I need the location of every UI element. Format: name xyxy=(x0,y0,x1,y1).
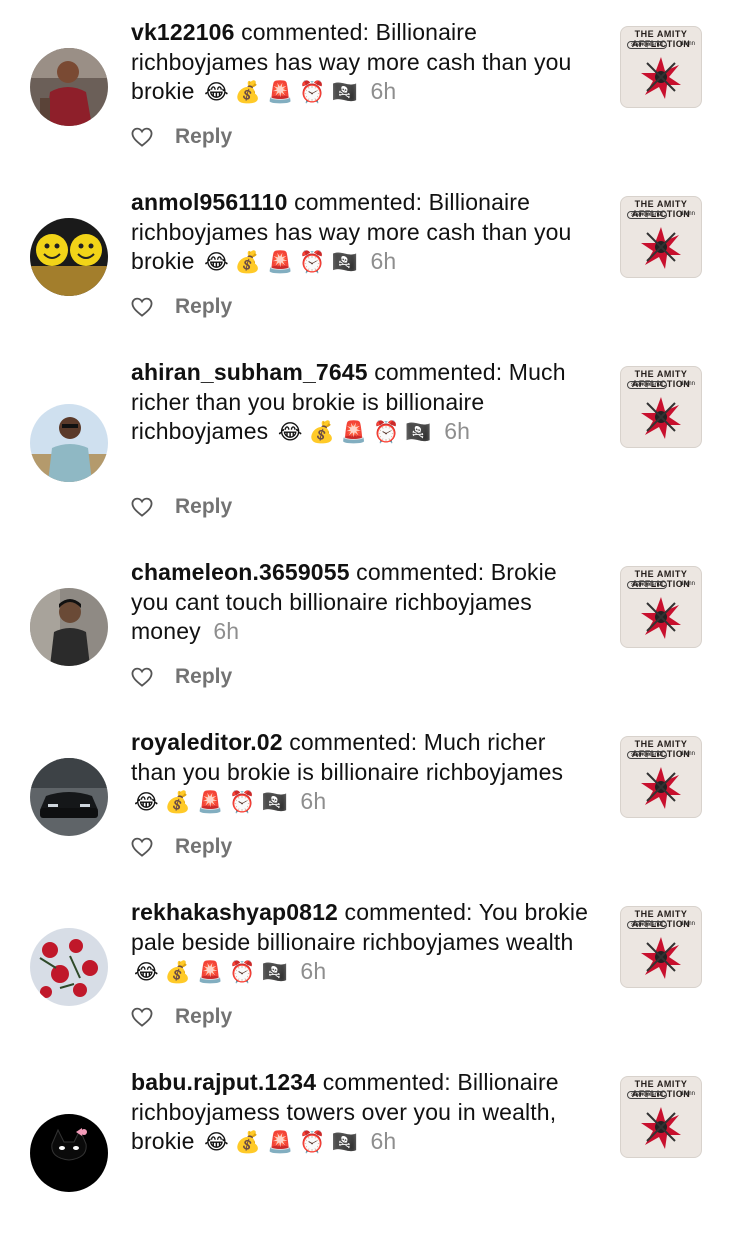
username[interactable]: vk122106 xyxy=(131,19,235,45)
black-cat-avatar-icon xyxy=(30,1114,108,1192)
reply-button[interactable]: Reply xyxy=(175,665,232,689)
heart-icon[interactable] xyxy=(131,667,153,687)
man-in-red-shirt-avatar-icon xyxy=(30,48,108,126)
emoji-sequence: 😂 💰 🚨 ⏰ 🏴‍☠️ xyxy=(134,791,288,814)
boy-in-field-avatar-icon xyxy=(30,404,108,482)
comment-notification[interactable]: babu.rajput.1234 commented: Billionaire … xyxy=(0,1068,729,1238)
avatar[interactable] xyxy=(30,758,108,836)
black-car-avatar-icon xyxy=(30,758,108,836)
heart-icon[interactable] xyxy=(131,1007,153,1027)
avatar[interactable] xyxy=(30,588,108,666)
reply-button[interactable]: Reply xyxy=(175,125,232,149)
comment-notification[interactable]: royaleditor.02 commented: Much richer th… xyxy=(0,728,729,898)
comment-text: rekhakashyap0812 commented: You brokie p… xyxy=(131,898,593,988)
avatar[interactable] xyxy=(30,1114,108,1192)
album-cover-icon xyxy=(641,227,681,269)
emoji-sequence: 😂 💰 🚨 ⏰ 🏴‍☠️ xyxy=(204,81,358,104)
album-cover-icon xyxy=(641,597,681,639)
heart-icon[interactable] xyxy=(131,127,153,147)
post-thumbnail[interactable]: THE AMITY AFFLICTION silent planet damn xyxy=(620,736,702,818)
timestamp: 6h xyxy=(444,418,471,444)
red-roses-avatar-icon xyxy=(30,928,108,1006)
post-thumbnail[interactable]: THE AMITY AFFLICTION silent planet damn xyxy=(620,366,702,448)
smiley-faces-avatar-icon xyxy=(30,218,108,296)
comment-notification[interactable]: ahiran_subham_7645 commented: Much riche… xyxy=(0,358,729,528)
timestamp: 6h xyxy=(370,248,397,274)
album-cover-icon xyxy=(641,1107,681,1149)
reply-button[interactable]: Reply xyxy=(175,835,232,859)
comment-text: royaleditor.02 commented: Much richer th… xyxy=(131,728,593,818)
notification-list: vk122106 commented: Billionaire richboyj… xyxy=(0,0,729,1200)
comment-text: anmol9561110 commented: Billionaire rich… xyxy=(131,188,593,278)
reply-button[interactable]: Reply xyxy=(175,295,232,319)
comment-notification[interactable]: chameleon.3659055 commented: Brokie you … xyxy=(0,558,729,728)
post-thumbnail[interactable]: THE AMITY AFFLICTION silent planet damn xyxy=(620,26,702,108)
album-cover-icon xyxy=(641,767,681,809)
comment-notification[interactable]: vk122106 commented: Billionaire richboyj… xyxy=(0,18,729,188)
heart-icon[interactable] xyxy=(131,297,153,317)
avatar[interactable] xyxy=(30,404,108,482)
post-thumbnail[interactable]: THE AMITY AFFLICTION silent planet damn xyxy=(620,1076,702,1158)
username[interactable]: chameleon.3659055 xyxy=(131,559,350,585)
comment-text: babu.rajput.1234 commented: Billionaire … xyxy=(131,1068,593,1158)
comment-text: chameleon.3659055 commented: Brokie you … xyxy=(131,558,593,647)
avatar[interactable] xyxy=(30,928,108,1006)
username[interactable]: rekhakashyap0812 xyxy=(131,899,338,925)
post-thumbnail[interactable]: THE AMITY AFFLICTION silent planet damn xyxy=(620,566,702,648)
comment-text: vk122106 commented: Billionaire richboyj… xyxy=(131,18,593,108)
username[interactable]: babu.rajput.1234 xyxy=(131,1069,316,1095)
boy-in-black-avatar-icon xyxy=(30,588,108,666)
username[interactable]: anmol9561110 xyxy=(131,189,288,215)
album-cover-icon xyxy=(641,57,681,99)
username[interactable]: royaleditor.02 xyxy=(131,729,283,755)
emoji-sequence: 😂 💰 🚨 ⏰ 🏴‍☠️ xyxy=(204,251,358,274)
comment-notification[interactable]: rekhakashyap0812 commented: You brokie p… xyxy=(0,898,729,1068)
avatar[interactable] xyxy=(30,218,108,296)
heart-icon[interactable] xyxy=(131,497,153,517)
avatar[interactable] xyxy=(30,48,108,126)
album-cover-icon xyxy=(641,397,681,439)
reply-button[interactable]: Reply xyxy=(175,495,232,519)
timestamp: 6h xyxy=(370,1128,397,1154)
comment-text: ahiran_subham_7645 commented: Much riche… xyxy=(131,358,593,448)
post-thumbnail[interactable]: THE AMITY AFFLICTION silent planet damn xyxy=(620,196,702,278)
reply-button[interactable]: Reply xyxy=(175,1005,232,1029)
heart-icon[interactable] xyxy=(131,837,153,857)
timestamp: 6h xyxy=(300,788,327,814)
album-cover-icon xyxy=(641,937,681,979)
emoji-sequence: 😂 💰 🚨 ⏰ 🏴‍☠️ xyxy=(277,421,432,444)
timestamp: 6h xyxy=(213,618,240,644)
emoji-sequence: 😂 💰 🚨 ⏰ 🏴‍☠️ xyxy=(134,961,288,984)
username[interactable]: ahiran_subham_7645 xyxy=(131,359,368,385)
post-thumbnail[interactable]: THE AMITY AFFLICTION silent planet damn xyxy=(620,906,702,988)
timestamp: 6h xyxy=(370,78,397,104)
comment-notification[interactable]: anmol9561110 commented: Billionaire rich… xyxy=(0,188,729,358)
timestamp: 6h xyxy=(300,958,327,984)
emoji-sequence: 😂 💰 🚨 ⏰ 🏴‍☠️ xyxy=(204,1131,358,1154)
